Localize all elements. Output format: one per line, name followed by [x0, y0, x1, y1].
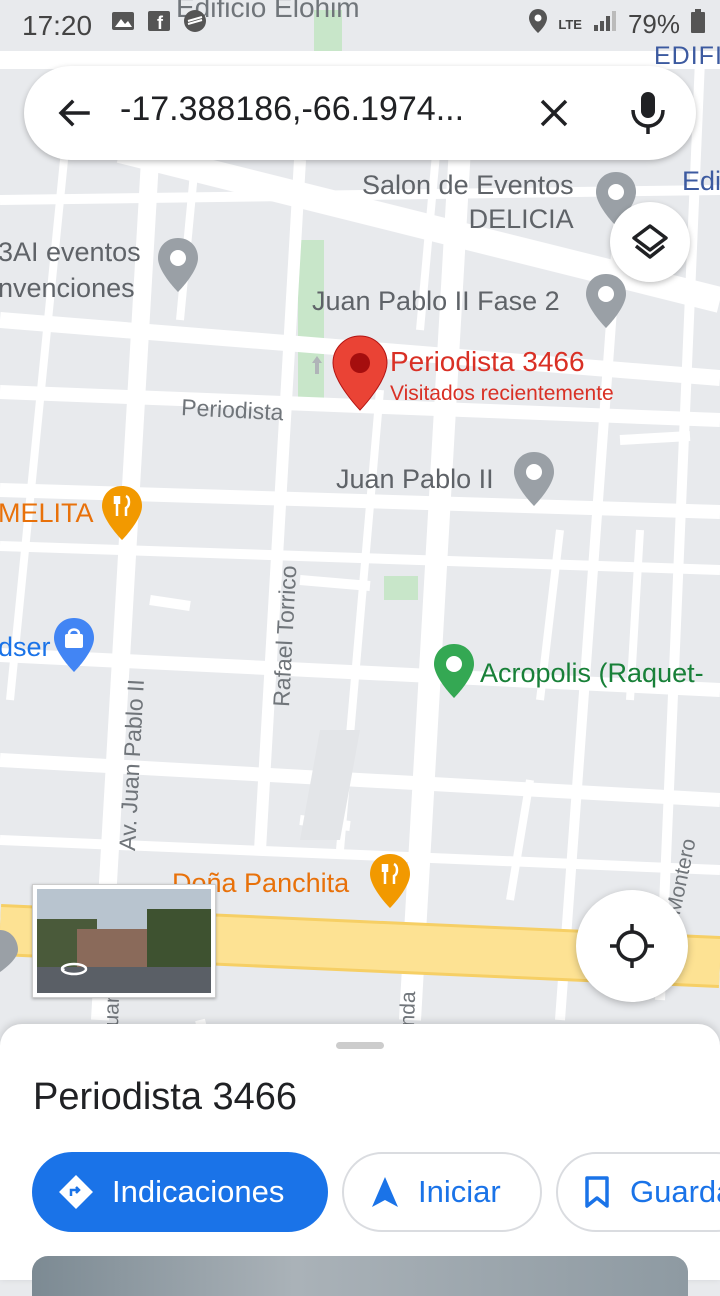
back-arrow-icon[interactable]: [54, 93, 94, 133]
rotate-360-icon: [60, 962, 88, 976]
status-time: 17:20: [22, 10, 93, 41]
start-label: Iniciar: [418, 1174, 501, 1209]
poi-label-line: Salon de Eventos: [362, 170, 574, 200]
network-type: LTE: [558, 17, 582, 32]
bookmark-icon: [585, 1176, 609, 1208]
poi-dser[interactable]: dser: [0, 632, 51, 663]
navigation-arrow-icon: [372, 1177, 398, 1207]
selected-pin-subtitle: Visitados recientemente: [390, 382, 614, 405]
selected-location-pin-icon[interactable]: [330, 334, 390, 412]
poi-salon-delicia[interactable]: Salon de Eventos DELICIA: [362, 168, 574, 236]
park-pin-icon[interactable]: [432, 642, 476, 702]
poi-gray-pin-icon[interactable]: [512, 450, 556, 510]
directions-icon: [59, 1175, 93, 1209]
street-label-periodista: Periodista: [180, 394, 285, 426]
notification-icons: f: [110, 8, 208, 34]
poi-amelita[interactable]: MELITA: [0, 498, 94, 529]
battery-icon: [690, 8, 706, 41]
poi-juan-pablo-ii[interactable]: Juan Pablo II: [336, 464, 494, 495]
directions-button[interactable]: Indicaciones: [32, 1152, 328, 1232]
poi-label-line: nvenciones: [0, 273, 135, 303]
save-label: Guardar: [630, 1174, 720, 1209]
battery-percent: 79%: [627, 9, 680, 39]
poi-partial-pin-icon: [0, 930, 18, 972]
app-notification-icon: [182, 8, 208, 34]
search-bar[interactable]: -17.388186,-66.1974...: [24, 66, 696, 160]
place-title: Periodista 3466: [33, 1076, 298, 1118]
save-button[interactable]: Guardar: [556, 1152, 720, 1232]
park-patch: [384, 576, 418, 600]
status-bar: 17:20 f LTE 79%: [0, 0, 720, 52]
poi-bai-eventos[interactable]: 3AI eventos nvenciones: [0, 234, 141, 306]
my-location-button[interactable]: [576, 890, 688, 1002]
poi-gray-pin-icon[interactable]: [156, 236, 200, 296]
start-button[interactable]: Iniciar: [342, 1152, 542, 1232]
poi-juan-pablo-fase2[interactable]: Juan Pablo II Fase 2: [312, 286, 560, 317]
street-label-partial: nda: [396, 990, 421, 1027]
location-icon: [528, 8, 548, 41]
selected-pin-title[interactable]: Periodista 3466: [390, 346, 585, 378]
facebook-icon: f: [146, 8, 172, 34]
shopping-pin-icon[interactable]: [52, 616, 96, 676]
layers-button[interactable]: [610, 202, 690, 282]
search-query[interactable]: -17.388186,-66.1974...: [120, 90, 500, 129]
one-way-arrow-icon: [312, 356, 322, 374]
poi-gray-pin-icon[interactable]: [584, 272, 628, 332]
layers-icon: [632, 224, 668, 259]
restaurant-pin-icon[interactable]: [368, 852, 412, 912]
drag-handle[interactable]: [336, 1042, 384, 1049]
close-icon[interactable]: [532, 91, 576, 135]
directions-label: Indicaciones: [112, 1174, 285, 1209]
poi-acropolis[interactable]: Acropolis (Raquet-: [480, 658, 704, 689]
place-photo-strip[interactable]: [32, 1256, 688, 1296]
signal-icon: [592, 9, 618, 40]
poi-label-line: 3AI eventos: [0, 237, 141, 267]
microphone-icon[interactable]: [624, 88, 672, 138]
poi-label-line: DELICIA: [468, 204, 574, 234]
status-right: LTE 79%: [528, 8, 706, 41]
street-view-thumbnail[interactable]: [32, 884, 216, 998]
crosshair-icon: [610, 924, 654, 968]
park-strip: [298, 240, 324, 400]
svg-text:f: f: [157, 13, 164, 33]
place-bottom-sheet[interactable]: Periodista 3466 Indicaciones Iniciar Gua…: [0, 1024, 720, 1296]
restaurant-pin-icon[interactable]: [100, 484, 144, 544]
gallery-icon: [110, 8, 136, 34]
place-label-edi[interactable]: Edi: [682, 166, 720, 197]
